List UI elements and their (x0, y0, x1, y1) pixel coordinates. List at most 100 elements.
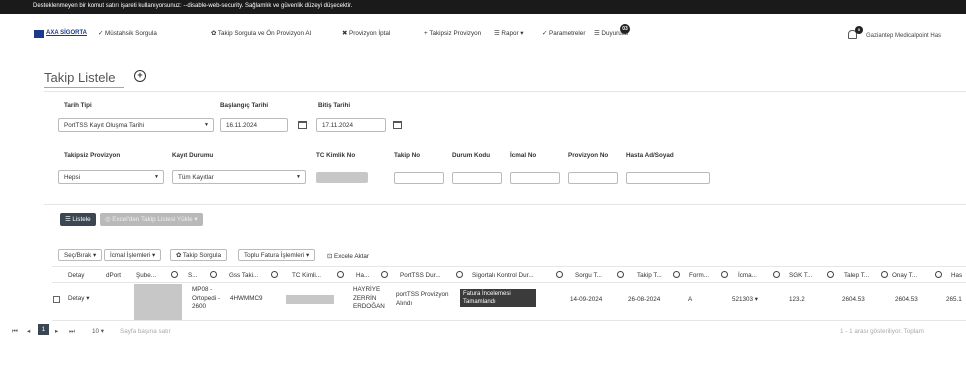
kayit-durumu-select[interactable]: Tüm Kayıtlar ▼ (172, 170, 306, 184)
browser-warning-bar: Desteklenmeyen bir komut satırı işareti … (0, 0, 966, 14)
header-takip-tarihi[interactable]: Takip T... (637, 272, 662, 279)
filter-icon[interactable] (673, 271, 680, 278)
header-porttss[interactable]: PortTSS Dur... (400, 272, 441, 279)
page-current[interactable]: 1 (38, 324, 49, 335)
filter-icon[interactable] (827, 271, 834, 278)
header-form[interactable]: Form... (689, 272, 709, 279)
chevron-down-icon: ▼ (204, 122, 209, 128)
header-icmal[interactable]: İcma... (738, 272, 757, 279)
icmal-dropdown[interactable]: 521303 ▾ (732, 296, 758, 305)
takipsiz-label: Takipsiz Provizyon (64, 152, 121, 159)
status-badge: Fatura İncelemesi Tamamlandı (460, 289, 536, 307)
kayit-durumu-value: Tüm Kayıtlar (178, 174, 214, 181)
kayit-label: Kayıt Durumu (172, 152, 214, 159)
status-badge-line: Fatura İncelemesi (463, 291, 511, 297)
detay-dropdown[interactable]: Detay ▾ (68, 295, 89, 304)
header-sgk[interactable]: SGK T... (789, 272, 812, 279)
takipsiz-value: Hepsi (64, 174, 81, 181)
icmal-islemleri-button[interactable]: İcmal İşlemleri ▾ (104, 249, 162, 261)
calendar-icon[interactable] (298, 121, 307, 129)
page-size-select[interactable]: 10 ▾ (92, 328, 104, 335)
filter-icon[interactable] (721, 271, 728, 278)
nav-rapor[interactable]: ☰ Rapor ▾ (494, 30, 523, 37)
header-talep[interactable]: Talep T... (844, 272, 869, 279)
hasta-cell: HAYRİYE ZERRİN ERDOĞAN (353, 286, 385, 312)
s-cell: MP08 - Ortopedi - 2600 (192, 286, 220, 312)
calendar-icon[interactable] (393, 121, 402, 129)
axa-logo-text[interactable]: AXA SİGORTA (46, 30, 87, 36)
nav-parametreler[interactable]: ✓ Parametreler (542, 30, 585, 37)
next-page-icon[interactable]: ▸ (55, 328, 58, 335)
filter-icon[interactable] (171, 271, 178, 278)
bitis-label: Bitiş Tarihi (318, 102, 351, 109)
prev-page-icon[interactable]: ◂ (27, 328, 30, 335)
header-onay[interactable]: Onay T... (892, 272, 917, 279)
nav-takipsiz-provizyon[interactable]: + Takipsiz Provizyon (424, 30, 481, 37)
hasta-cell-line: ERDOĞAN (353, 303, 385, 310)
title-underline (44, 87, 124, 88)
gss-cell: 4HWMMC9 (230, 295, 263, 302)
filter-icon[interactable] (271, 271, 278, 278)
provizyon-no-input[interactable] (568, 172, 618, 184)
porttss-cell-line: Alındı (396, 299, 413, 307)
bitis-date-input[interactable]: 17.11.2024 (316, 118, 386, 132)
header-detay[interactable]: Detay (68, 272, 84, 279)
filter-icon[interactable] (210, 271, 217, 278)
page-size-label: Sayfa başına satır (120, 328, 171, 335)
listele-button[interactable]: ☰ Listele (60, 213, 96, 226)
header-hasta[interactable]: Ha... (356, 272, 369, 279)
first-page-icon[interactable]: ⏮ (12, 328, 18, 336)
takip-no-input[interactable] (394, 172, 444, 184)
header-sube[interactable]: Şube... (136, 272, 156, 279)
hasta-input[interactable] (626, 172, 710, 184)
header-s[interactable]: S... (188, 272, 197, 279)
filter-icon[interactable] (881, 271, 888, 278)
chevron-down-icon: ▼ (154, 174, 159, 180)
header-has[interactable]: Has (951, 272, 962, 279)
filter-icon[interactable] (337, 271, 344, 278)
header-gss[interactable]: Gss Taki... (229, 272, 258, 279)
header-tc[interactable]: TC Kimli... (292, 272, 321, 279)
onay-cell: 2604.53 (895, 296, 918, 303)
tarih-tipi-select[interactable]: PortTSS Kayıt Oluşma Tarihi ▼ (58, 118, 214, 132)
porttss-cell: portTSS Provizyon Alındı (396, 291, 449, 308)
takipsiz-select[interactable]: Hepsi ▼ (58, 170, 164, 184)
filter-icon[interactable] (381, 271, 388, 278)
takip-sorgula-button[interactable]: ✿ Takip Sorgula (170, 249, 228, 261)
sec-birak-button[interactable]: Seç/Bırak ▾ (58, 249, 103, 261)
excel-takip-button[interactable]: ◎ Excel'den Takip Listesi Yükle ▾ (100, 213, 203, 226)
tc-kimlik-input[interactable] (316, 172, 368, 183)
filter-icon[interactable] (935, 271, 942, 278)
baslangic-date-input[interactable]: 16.11.2024 (220, 118, 288, 132)
nav-mustahsik[interactable]: ✓ Müstahsik Sorgula (98, 30, 157, 37)
table-top-border (52, 266, 966, 267)
hasta-cell-line: HAYRİYE (353, 286, 381, 293)
durum-kodu-input[interactable] (452, 172, 502, 184)
nav-takip-sorgula[interactable]: ✿ Takip Sorgula ve Ön Provizyon Al (211, 30, 311, 37)
takip-tarihi-cell: 26-08-2024 (628, 296, 661, 303)
toplu-fatura-button[interactable]: Toplu Fatura İşlemleri ▾ (238, 249, 316, 261)
table-row-border (52, 320, 966, 321)
excele-aktar-label: Excele Aktar (334, 253, 370, 260)
last-page-icon[interactable]: ⏭ (69, 328, 75, 336)
excele-aktar-button[interactable]: ⊡ Excele Aktar (326, 250, 374, 263)
tarih-tipi-value: PortTSS Kayıt Oluşma Tarihi (64, 122, 145, 129)
add-circle-icon[interactable]: + (134, 70, 146, 82)
tc-blurred-cell (286, 295, 334, 304)
form-cell: A (688, 296, 693, 303)
filter-icon[interactable] (456, 271, 463, 278)
nav-provizyon-iptal[interactable]: ✖ Provizyon İptal (342, 30, 390, 37)
table-header-border (52, 282, 966, 283)
filter-icon[interactable] (617, 271, 624, 278)
filter-icon[interactable] (556, 271, 563, 278)
talep-cell: 2604.53 (842, 296, 865, 303)
user-name[interactable]: Gaziantep Medicalpoint Has (866, 33, 941, 39)
sgk-cell: 123.2 (789, 296, 805, 303)
duyuru-count-badge: 03 (620, 24, 630, 34)
row-checkbox[interactable] (53, 296, 60, 303)
header-dport[interactable]: dPort (106, 272, 121, 279)
header-sorgu[interactable]: Sorgu T... (575, 272, 602, 279)
filter-icon[interactable] (773, 271, 780, 278)
header-sigortali[interactable]: Sigortalı Kontrol Dur... (472, 272, 534, 279)
icmal-no-input[interactable] (510, 172, 560, 184)
